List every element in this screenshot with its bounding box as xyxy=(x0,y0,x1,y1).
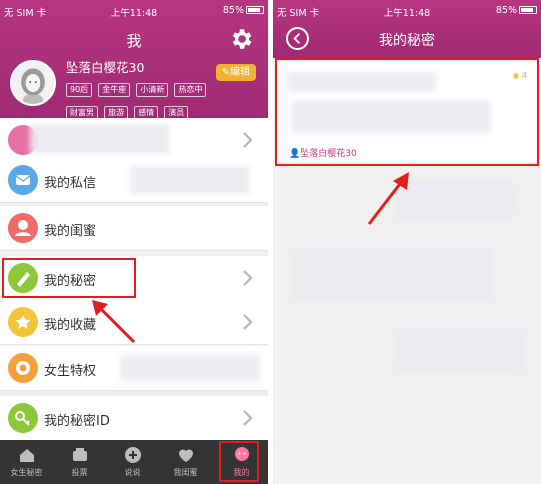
battery-percent: 85% xyxy=(495,5,517,16)
menu-label: 我的私信 xyxy=(44,176,97,191)
my-secrets-screen: 无 SIM 卡 上午11:48 85% 我的秘密 ◉ 4 👤坠落白樱花30 xyxy=(273,0,541,484)
secrets-header: 无 SIM 卡 上午11:48 85% 我的秘密 xyxy=(273,0,541,58)
gear-icon[interactable] xyxy=(228,26,254,52)
tag: 小清新 xyxy=(136,83,169,97)
highlight-box-post xyxy=(275,58,539,166)
battery-status: 85% xyxy=(496,5,537,16)
tab-label: 我闺蜜 xyxy=(173,468,198,477)
divider xyxy=(0,390,268,391)
bestie-tab-icon xyxy=(178,449,193,462)
chevron-right-icon xyxy=(243,270,253,286)
tab-vote[interactable]: 投票 xyxy=(53,440,106,484)
vote-icon xyxy=(72,448,87,461)
blur-mask xyxy=(120,354,260,382)
status-bar: 无 SIM 卡 上午11:48 85% xyxy=(0,0,268,22)
bestie-icon xyxy=(8,213,38,243)
blur-mask xyxy=(293,250,493,300)
profile-screen: 无 SIM 卡 上午11:48 85% 我 坠落白樱花30 ✎编辑 90后 金牛… xyxy=(0,0,268,484)
chevron-right-icon xyxy=(243,132,253,148)
tag: 90后 xyxy=(66,83,93,97)
menu-item-messages[interactable]: 我的私信 xyxy=(0,158,268,202)
menu-item-privileges[interactable]: 女生特权 xyxy=(0,346,268,390)
edit-profile-button[interactable]: ✎编辑 xyxy=(215,64,256,81)
blur-mask xyxy=(30,124,170,154)
home-icon xyxy=(19,449,34,462)
menu-label: 女生特权 xyxy=(44,364,97,379)
menu-label: 我的闺蜜 xyxy=(44,224,97,239)
menu-item-secret-id[interactable]: 我的秘密ID xyxy=(0,396,268,440)
username: 坠落白樱花30 xyxy=(66,60,145,75)
tab-besties[interactable]: 我闺蜜 xyxy=(159,440,212,484)
annotation-arrow xyxy=(92,300,136,344)
chevron-right-icon xyxy=(243,314,253,330)
blur-mask xyxy=(130,166,250,194)
annotation-arrow xyxy=(367,172,409,225)
tab-label: 投票 xyxy=(71,468,88,477)
tab-label: 说说 xyxy=(124,468,141,477)
divider xyxy=(0,250,268,251)
key-icon xyxy=(8,403,38,433)
edit-label: 编辑 xyxy=(230,67,250,78)
pencil-icon: ✎ xyxy=(221,67,230,78)
message-icon xyxy=(8,165,38,195)
battery-percent: 85% xyxy=(222,5,244,16)
menu-item-hidden[interactable] xyxy=(0,118,268,162)
battery-icon xyxy=(519,6,537,14)
tag: 热恋中 xyxy=(174,83,207,97)
status-bar: 无 SIM 卡 上午11:48 85% xyxy=(273,0,541,22)
tag: 金牛座 xyxy=(98,83,131,97)
favorite-icon xyxy=(8,307,38,337)
tab-home[interactable]: 女生秘密 xyxy=(0,440,53,484)
menu-item-besties[interactable]: 我的闺蜜 xyxy=(0,206,268,250)
highlight-box-me-tab xyxy=(219,441,259,482)
tab-post[interactable]: 说说 xyxy=(106,440,159,484)
profile-tags: 90后 金牛座 小清新 热恋中 财富男 旅游 感情 演员 xyxy=(66,77,216,123)
plus-icon xyxy=(124,447,141,463)
page-title: 我的秘密 xyxy=(379,33,435,49)
divider xyxy=(0,202,268,203)
privilege-icon xyxy=(8,353,38,383)
battery-icon xyxy=(246,6,264,14)
avatar-portrait-icon xyxy=(12,62,54,104)
menu-label: 我的秘密ID xyxy=(44,414,110,429)
profile-header: 无 SIM 卡 上午11:48 85% 我 坠落白樱花30 ✎编辑 90后 金牛… xyxy=(0,0,268,120)
chevron-right-icon xyxy=(243,410,253,426)
avatar[interactable] xyxy=(10,60,56,106)
battery-status: 85% xyxy=(223,5,264,16)
blur-mask xyxy=(393,330,523,370)
tab-label: 女生秘密 xyxy=(10,468,43,477)
